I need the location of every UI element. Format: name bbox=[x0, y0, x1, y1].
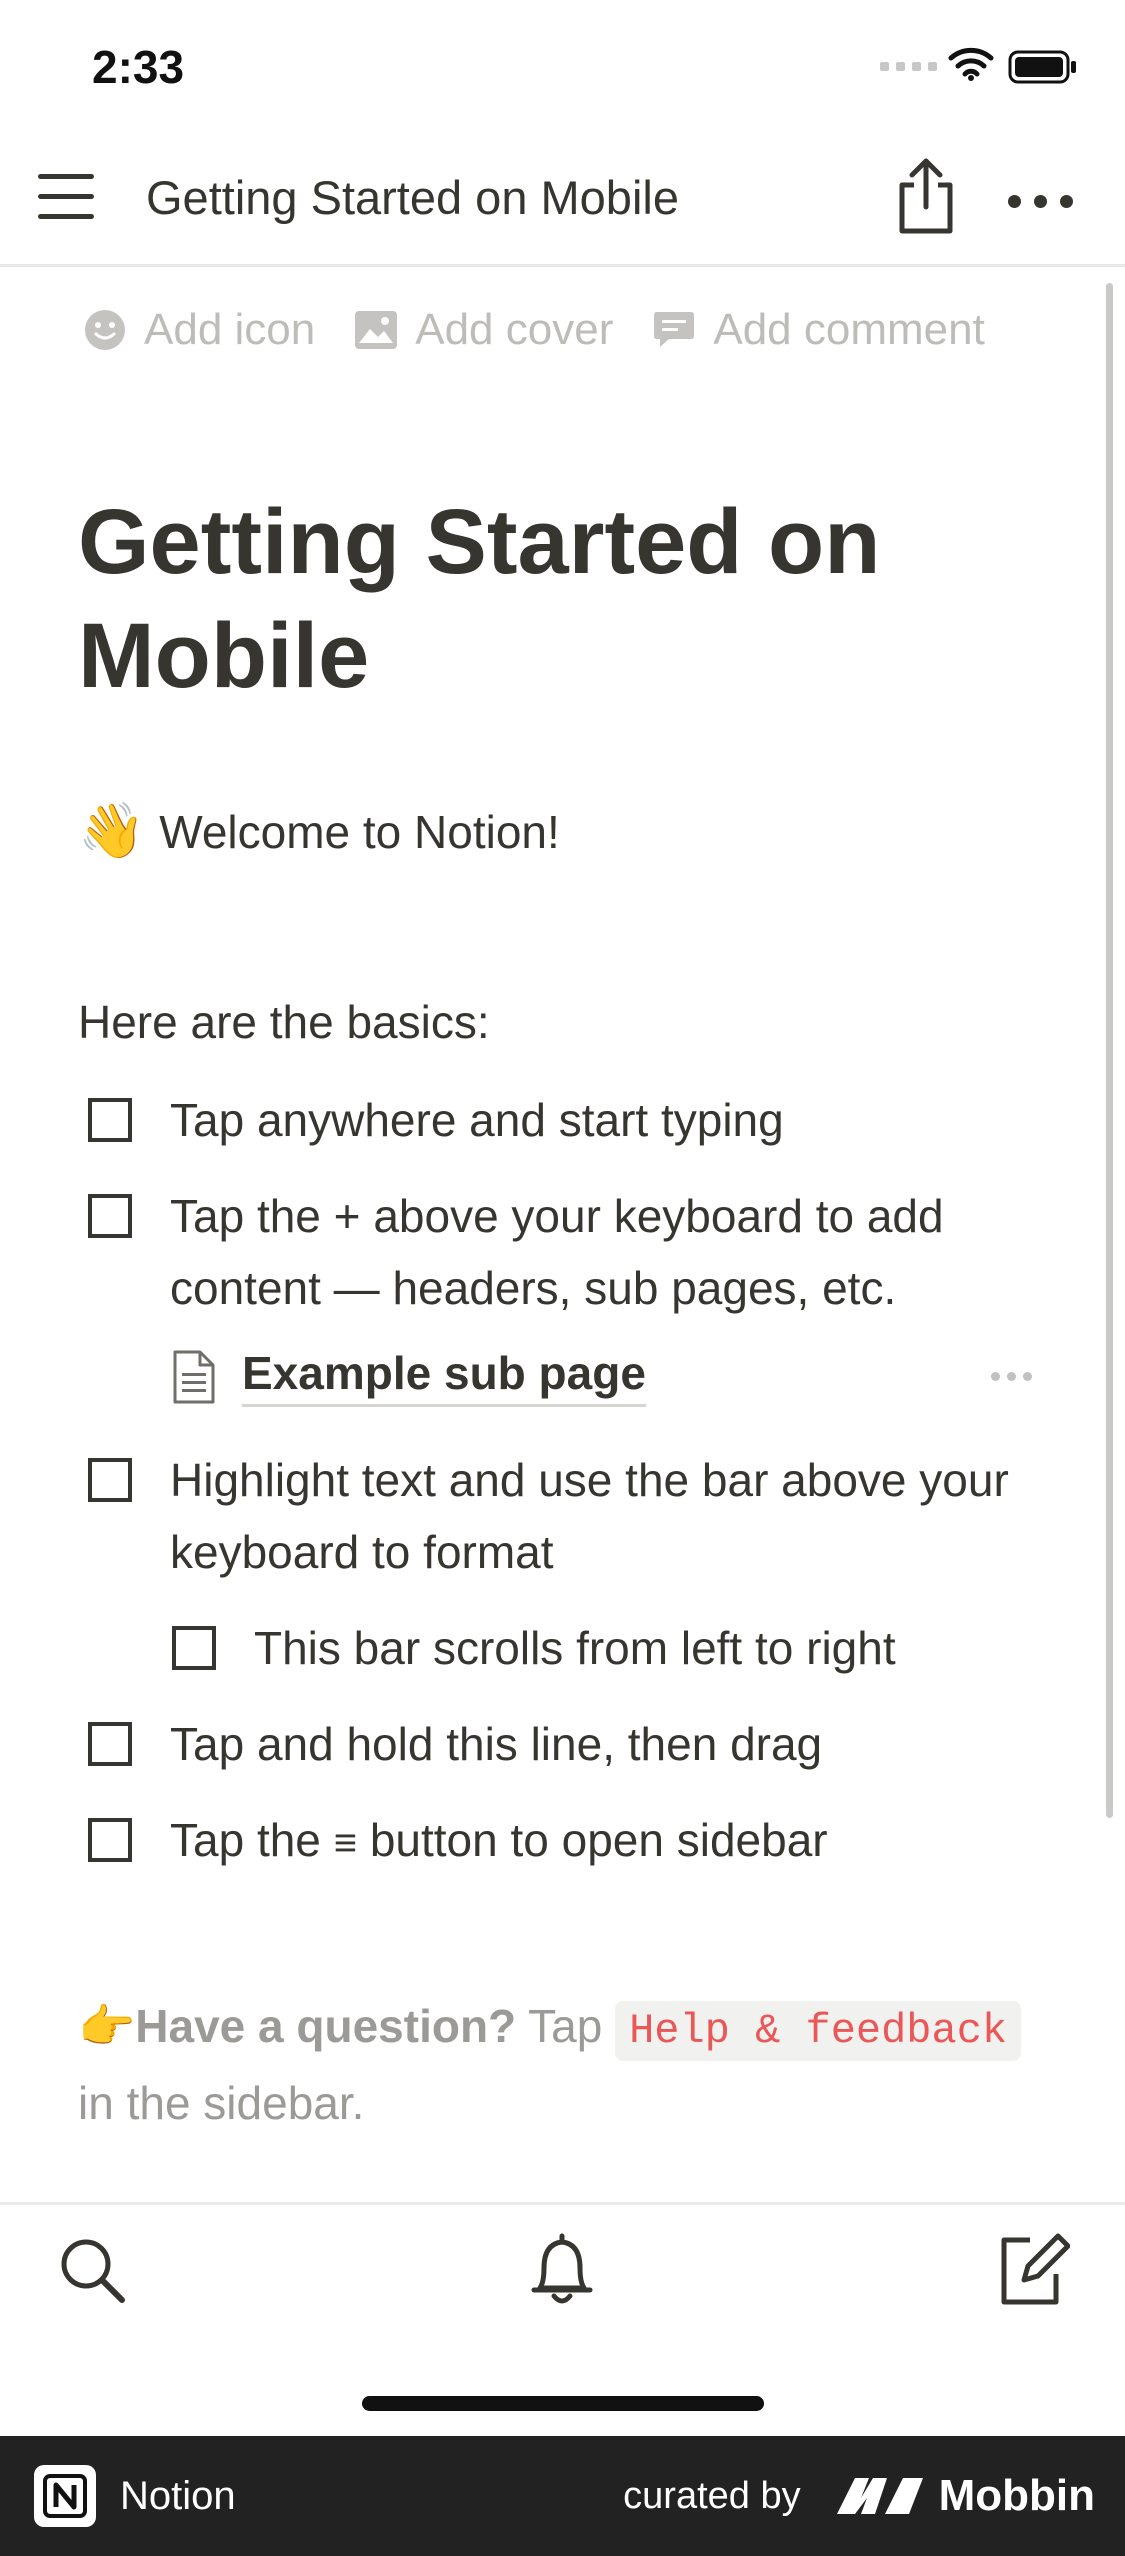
todo-item[interactable]: Tap the + above your keyboard to add con… bbox=[88, 1180, 1050, 1324]
subpage-title: Example sub page bbox=[242, 1346, 646, 1407]
todo-checkbox[interactable] bbox=[88, 1818, 132, 1862]
todo-item[interactable]: Tap and hold this line, then drag bbox=[88, 1708, 1050, 1780]
add-comment-button[interactable]: Add comment bbox=[653, 305, 985, 355]
compose-icon[interactable] bbox=[994, 2230, 1070, 2308]
todo-text[interactable]: Tap and hold this line, then drag bbox=[170, 1708, 1050, 1780]
waving-hand-emoji: 👋 bbox=[78, 801, 146, 861]
home-indicator[interactable] bbox=[362, 2396, 764, 2411]
status-time: 2:33 bbox=[92, 41, 185, 93]
add-cover-label: Add cover bbox=[415, 305, 614, 354]
sidebar-glyph-icon: ≡ bbox=[333, 1821, 358, 1865]
question-tap: Tap bbox=[528, 2000, 603, 2052]
tabbar-divider bbox=[0, 2202, 1125, 2205]
smiley-icon bbox=[85, 310, 125, 350]
subpage-link[interactable]: Example sub page bbox=[172, 1346, 1032, 1407]
todo-checkbox[interactable] bbox=[172, 1626, 216, 1670]
todo-checkbox[interactable] bbox=[88, 1722, 132, 1766]
notion-logo-icon bbox=[34, 2465, 96, 2527]
image-icon bbox=[355, 311, 398, 349]
help-feedback-code: Help & feedback bbox=[615, 2001, 1022, 2061]
todo-text[interactable]: Tap the + above your keyboard to add con… bbox=[170, 1180, 1050, 1324]
welcome-text: Welcome to Notion! bbox=[159, 805, 560, 858]
search-icon[interactable] bbox=[58, 2236, 128, 2306]
todo-text-before: Tap the bbox=[170, 1814, 321, 1866]
curated-by-label: curated by bbox=[623, 2474, 801, 2517]
nav-divider bbox=[0, 264, 1125, 267]
basics-heading[interactable]: Here are the basics: bbox=[78, 995, 490, 1049]
wifi-icon bbox=[948, 47, 994, 81]
battery-icon bbox=[1008, 50, 1076, 84]
todo-checkbox[interactable] bbox=[88, 1458, 132, 1502]
pointing-hand-emoji: 👉 bbox=[78, 2000, 136, 2052]
add-comment-label: Add comment bbox=[713, 305, 985, 354]
scrollbar[interactable] bbox=[1106, 283, 1113, 1818]
todo-text[interactable]: Tap the ≡ button to open sidebar bbox=[170, 1804, 1050, 1879]
page-icon bbox=[173, 1350, 215, 1403]
mobbin-brand: Mobbin bbox=[938, 2471, 1095, 2520]
menu-icon[interactable] bbox=[38, 172, 96, 222]
add-icon-button[interactable]: Add icon bbox=[84, 305, 315, 355]
todo-item[interactable]: Tap anywhere and start typing bbox=[88, 1084, 1050, 1156]
bell-icon[interactable] bbox=[526, 2230, 598, 2310]
todo-item-nested[interactable]: This bar scrolls from left to right bbox=[172, 1612, 1054, 1684]
add-icon-label: Add icon bbox=[144, 305, 316, 354]
todo-item[interactable]: Tap the ≡ button to open sidebar bbox=[88, 1804, 1050, 1879]
page-actions: Add icon Add cover Add comment bbox=[84, 305, 1025, 355]
todo-checkbox[interactable] bbox=[88, 1098, 132, 1142]
cellular-signal-icon bbox=[880, 62, 937, 71]
comment-icon bbox=[654, 312, 695, 347]
footer-credit: curated by Mobbin bbox=[623, 2471, 1095, 2521]
question-end: in the sidebar. bbox=[78, 2077, 365, 2129]
add-cover-button[interactable]: Add cover bbox=[355, 305, 613, 355]
footer-banner: Notion curated by Mobbin bbox=[0, 2436, 1125, 2556]
share-icon[interactable] bbox=[894, 155, 958, 235]
footer-app-name: Notion bbox=[120, 2473, 236, 2518]
todo-checkbox[interactable] bbox=[88, 1194, 132, 1238]
help-paragraph[interactable]: 👉Have a question? Tap Help & feedback in… bbox=[78, 1990, 1058, 2139]
more-options-icon[interactable] bbox=[1008, 195, 1073, 208]
welcome-line[interactable]: 👋 Welcome to Notion! bbox=[78, 800, 560, 863]
subpage-more-icon[interactable] bbox=[991, 1372, 1032, 1381]
mobbin-logo-icon bbox=[836, 2478, 923, 2514]
todo-text[interactable]: This bar scrolls from left to right bbox=[254, 1612, 1054, 1684]
todo-item[interactable]: Highlight text and use the bar above you… bbox=[88, 1444, 1050, 1588]
todo-text[interactable]: Tap anywhere and start typing bbox=[170, 1084, 1050, 1156]
todo-text-after: button to open sidebar bbox=[369, 1814, 828, 1866]
question-bold: Have a question? bbox=[135, 2000, 517, 2052]
nav-title: Getting Started on Mobile bbox=[146, 171, 679, 224]
page-title[interactable]: Getting Started on Mobile bbox=[78, 485, 1028, 713]
todo-text[interactable]: Highlight text and use the bar above you… bbox=[170, 1444, 1050, 1588]
